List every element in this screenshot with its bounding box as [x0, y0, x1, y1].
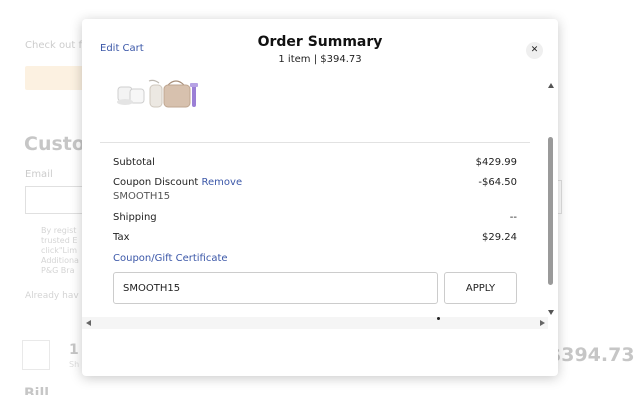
- coupon-code-input[interactable]: [113, 272, 438, 304]
- email-label: Email: [25, 169, 53, 180]
- tax-value: $29.24: [482, 232, 517, 243]
- cart-item-sub: Sh: [69, 360, 80, 369]
- applied-coupon-code: SMOOTH15: [113, 191, 171, 202]
- billing-heading: Bill: [24, 386, 50, 395]
- close-icon: ✕: [530, 45, 539, 55]
- background-total: $394.73: [548, 344, 635, 366]
- tax-label: Tax: [113, 232, 130, 243]
- shipping-label: Shipping: [113, 212, 157, 223]
- close-button[interactable]: ✕: [526, 42, 543, 59]
- horizontal-scroll-marker: [437, 317, 440, 320]
- coupon-gift-certificate-link[interactable]: Coupon/Gift Certificate: [113, 253, 228, 264]
- remove-coupon-link[interactable]: Remove: [202, 177, 243, 188]
- scroll-up-arrow-icon[interactable]: [548, 83, 554, 88]
- already-have-account-text: Already hav: [25, 291, 79, 301]
- coupon-discount-label-group: Coupon Discount Remove: [113, 177, 242, 188]
- modal-title: Order Summary: [257, 34, 383, 50]
- checkout-intro-text: Check out fa: [25, 40, 89, 51]
- scroll-right-arrow-icon[interactable]: [540, 320, 545, 326]
- modal-subtitle: 1 item | $394.73: [278, 54, 362, 65]
- scroll-left-arrow-icon[interactable]: [86, 320, 91, 326]
- order-summary-modal: Edit Cart Order Summary 1 item | $394.73…: [82, 19, 558, 376]
- cart-thumbnail: [22, 340, 50, 370]
- apply-coupon-button[interactable]: APPLY: [444, 272, 517, 304]
- vertical-scrollbar[interactable]: [545, 79, 557, 319]
- modal-header: Edit Cart Order Summary 1 item | $394.73…: [82, 19, 558, 79]
- summary-scroll-area: Subtotal $429.99 Coupon Discount Remove …: [82, 79, 558, 319]
- product-image: [117, 79, 198, 108]
- customer-heading: Custo: [24, 133, 85, 155]
- coupon-discount-label: Coupon Discount: [113, 177, 199, 188]
- vertical-scroll-thumb[interactable]: [548, 137, 553, 285]
- scroll-down-arrow-icon[interactable]: [548, 310, 554, 315]
- subtotal-value: $429.99: [475, 157, 517, 168]
- horizontal-scrollbar[interactable]: [82, 317, 548, 329]
- shipping-value: --: [509, 212, 517, 223]
- divider: [100, 142, 530, 143]
- subtotal-label: Subtotal: [113, 157, 155, 168]
- coupon-discount-value: -$64.50: [478, 177, 517, 188]
